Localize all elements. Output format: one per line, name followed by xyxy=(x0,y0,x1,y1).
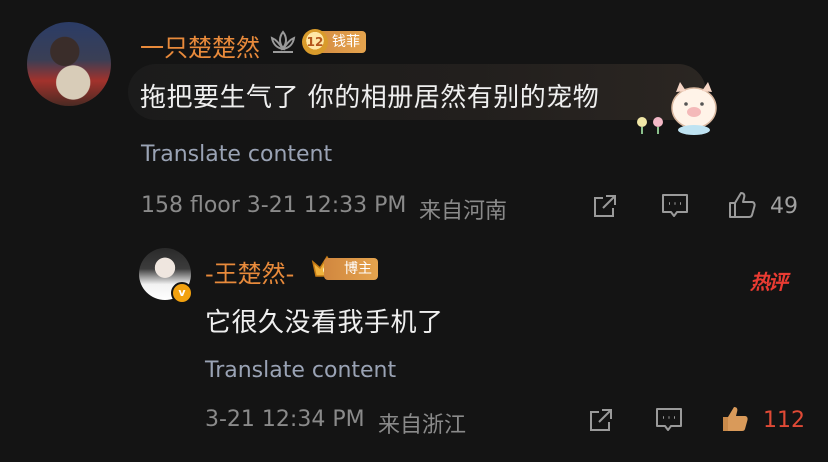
reply-comment-icon[interactable] xyxy=(654,406,684,434)
lotus-icon xyxy=(268,29,298,55)
pig-sticker-icon xyxy=(628,78,720,136)
fan-level-medal: 12 xyxy=(302,29,328,55)
comment-meta: 158 floor 3-21 12:33 PM xyxy=(141,193,407,218)
blogger-badge: 博主 xyxy=(324,258,378,280)
reply-like-count: 112 xyxy=(763,408,805,433)
commenter-avatar[interactable] xyxy=(27,22,111,106)
like-count: 49 xyxy=(770,194,798,219)
comment-text[interactable]: 拖把要生气了 你的相册居然有别的宠物 xyxy=(140,77,599,114)
reply-username[interactable]: -王楚然- xyxy=(205,254,294,289)
reply-share-icon[interactable] xyxy=(587,406,615,434)
translate-link[interactable]: Translate content xyxy=(141,142,332,167)
reply-translate-link[interactable]: Translate content xyxy=(205,358,396,383)
reply-text[interactable]: 它很久没看我手机了 xyxy=(205,302,444,339)
like-icon[interactable] xyxy=(727,190,757,220)
hot-comment-label: 热评 xyxy=(750,270,788,294)
commenter-username[interactable]: 一只楚楚然 xyxy=(140,28,260,63)
reply-location: 来自浙江 xyxy=(378,413,467,438)
fan-badge-label: 钱菲 xyxy=(332,34,360,50)
comment-icon[interactable] xyxy=(660,192,690,220)
reply-like-icon-liked[interactable] xyxy=(720,404,750,434)
verified-badge: v xyxy=(171,282,193,304)
blogger-badge-label: 博主 xyxy=(344,261,372,277)
reply-meta: 3-21 12:34 PM xyxy=(205,407,365,432)
comment-location: 来自河南 xyxy=(419,199,508,224)
share-icon[interactable] xyxy=(591,192,619,220)
